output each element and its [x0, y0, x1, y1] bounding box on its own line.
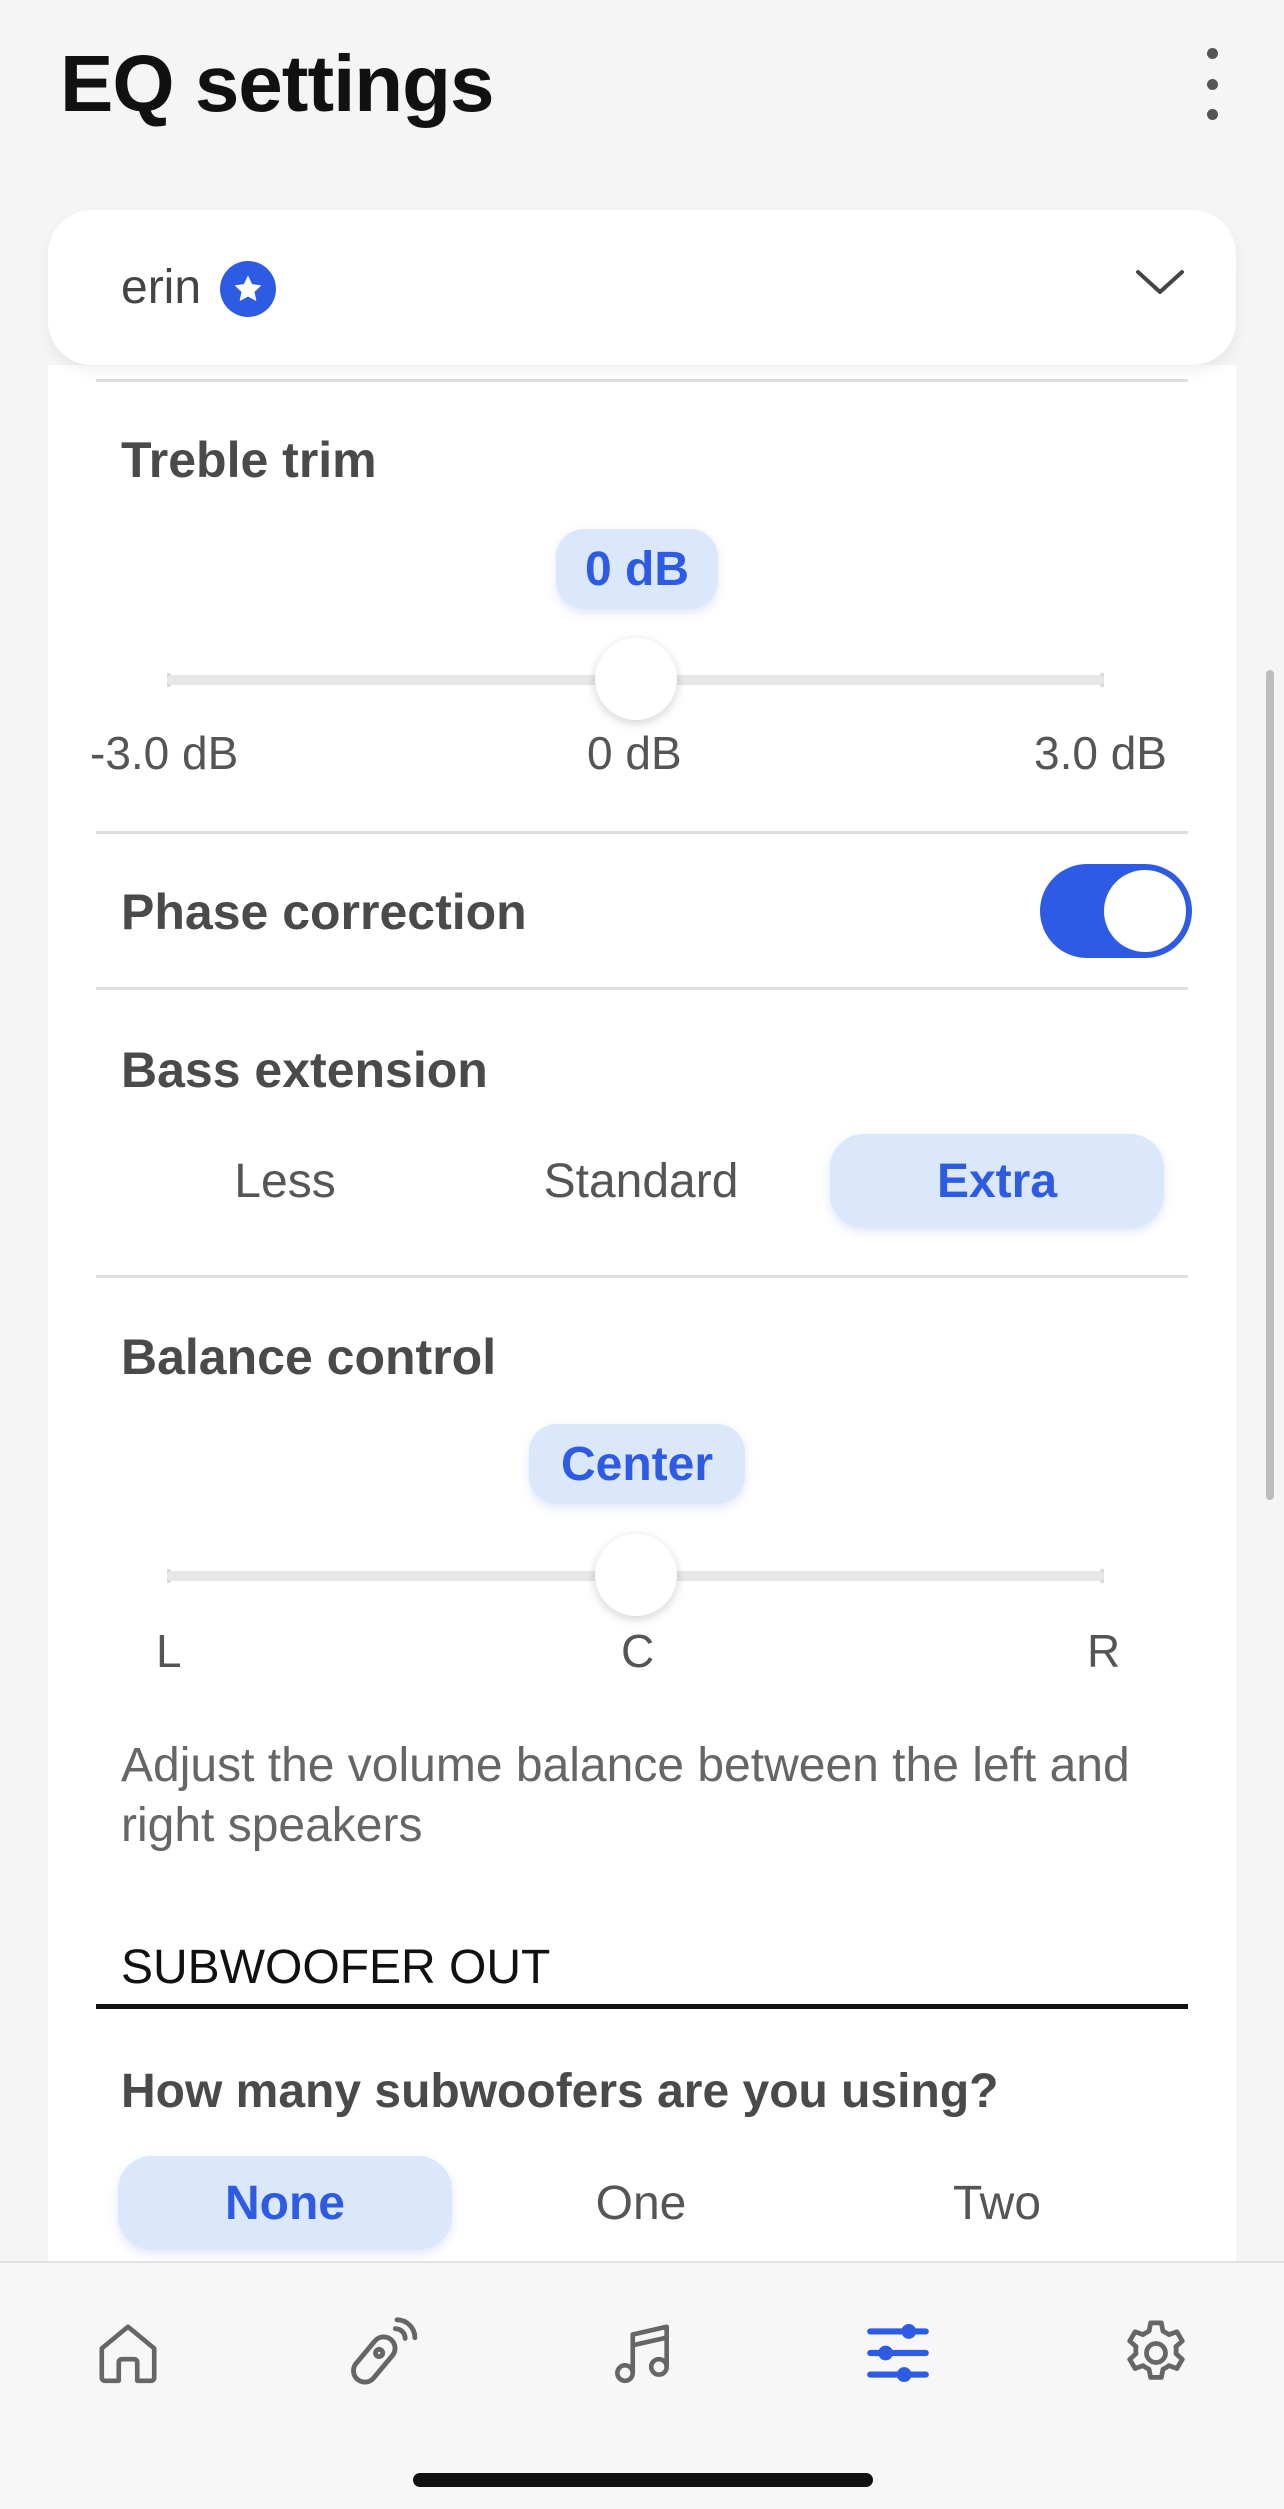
divider [96, 987, 1188, 990]
treble-min-label: -3.0 dB [90, 727, 239, 779]
eq-settings-screen: EQ settings erin Treble trim 0 dB -3.0 d… [0, 0, 1284, 2509]
section-divider [96, 2004, 1188, 2009]
home-indicator [413, 2473, 873, 2487]
chevron-down-icon[interactable] [1132, 262, 1188, 302]
balance-left-label: L [156, 1625, 182, 1677]
bass-option-extra[interactable]: Extra [830, 1134, 1164, 1228]
settings-gear-icon [1127, 2320, 1185, 2380]
bass-option-standard[interactable]: Standard [474, 1134, 808, 1228]
toggle-knob [1104, 870, 1186, 952]
remote-icon [351, 2317, 418, 2385]
subwoofer-question: How many subwoofers are you using? [121, 2065, 999, 2118]
divider [96, 1275, 1188, 1278]
balance-right-label: R [1087, 1625, 1121, 1677]
divider [96, 831, 1188, 834]
phase-correction-label: Phase correction [121, 884, 527, 940]
tab-remote[interactable] [334, 2303, 434, 2403]
tab-music[interactable] [592, 2303, 692, 2403]
equalizer-icon [867, 2324, 929, 2382]
page-title: EQ settings [60, 39, 495, 128]
treble-max-label: 3.0 dB [1034, 727, 1167, 779]
profile-name: erin [121, 261, 202, 314]
music-note-icon [615, 2324, 669, 2384]
tab-bar [0, 2261, 1284, 2509]
phase-correction-toggle[interactable] [1040, 864, 1192, 958]
balance-slider-thumb[interactable] [594, 1534, 677, 1616]
subwoofer-heading: SUBWOOFER OUT [121, 1941, 551, 1994]
balance-value-bubble: Center [529, 1424, 745, 1504]
tab-home[interactable] [78, 2303, 178, 2403]
scrollbar[interactable] [1266, 670, 1274, 1500]
tab-equalizer[interactable] [848, 2303, 948, 2403]
subwoofer-option-two[interactable]: Two [830, 2156, 1164, 2250]
kebab-menu-icon[interactable] [1192, 48, 1232, 120]
treble-trim-label: Treble trim [121, 432, 377, 488]
tab-settings[interactable] [1106, 2303, 1206, 2403]
subwoofer-option-one[interactable]: One [474, 2156, 808, 2250]
balance-description: Adjust the volume balance between the le… [121, 1739, 1130, 1852]
balance-control-label: Balance control [121, 1329, 497, 1385]
treble-slider-thumb[interactable] [594, 638, 677, 720]
balance-center-label: C [621, 1625, 655, 1677]
divider [96, 379, 1188, 382]
treble-mid-label: 0 dB [587, 727, 682, 779]
star-badge-icon [220, 261, 276, 317]
home-icon [99, 2324, 157, 2384]
subwoofer-option-none[interactable]: None [118, 2156, 452, 2250]
bass-extension-label: Bass extension [121, 1042, 488, 1098]
treble-value-bubble: 0 dB [556, 529, 718, 609]
bass-option-less[interactable]: Less [118, 1134, 452, 1228]
profile-selector[interactable]: erin [48, 210, 1236, 365]
